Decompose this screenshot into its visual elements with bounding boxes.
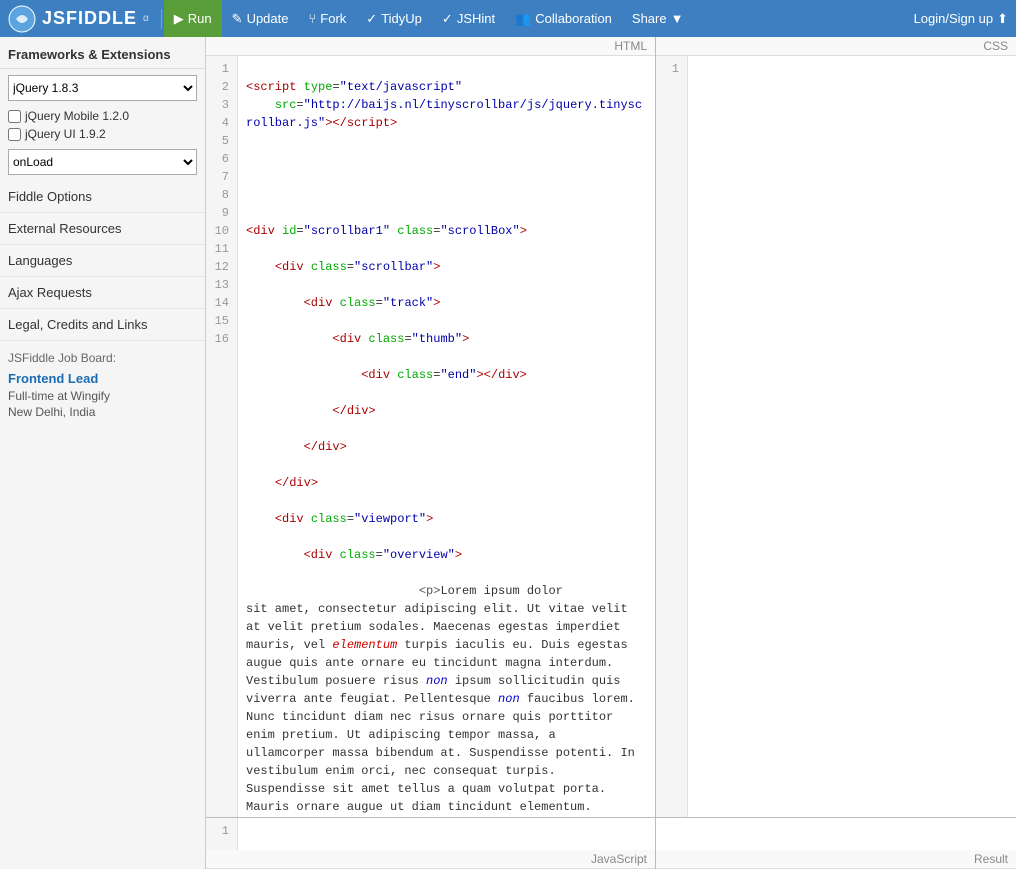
sidebar: Frameworks & Extensions jQuery 1.8.3 jQu…: [0, 37, 206, 869]
top-navigation: JSFIDDLE α ▶ Run ✎ Update ⑂ Fork ✓ TidyU…: [0, 0, 1016, 37]
jquery-ui-label: jQuery UI 1.9.2: [25, 127, 106, 141]
fork-icon: ⑂: [308, 11, 316, 26]
job-title[interactable]: Frontend Lead: [0, 369, 205, 388]
html-label: HTML: [206, 37, 655, 56]
jquery-ui-checkbox[interactable]: [8, 128, 21, 141]
jquery-mobile-checkbox[interactable]: [8, 110, 21, 123]
top-row: HTML 1 2 3 4 5 6 7 8 9 10 11 12: [206, 37, 1016, 817]
line-numbers: 1 2 3 4 5 6 7 8 9 10 11 12 13 14: [206, 56, 238, 817]
css-panel: CSS 1: [656, 37, 1016, 817]
update-button[interactable]: ✎ Update: [222, 0, 299, 37]
js-code-area[interactable]: 1 $('#scrollbar1').tinyscrollbar();: [206, 818, 655, 850]
nav-divider-1: [161, 9, 162, 29]
onload-select[interactable]: onLoad onDomReady No wrap - in body No w…: [8, 149, 197, 175]
bottom-row: 1 $('#scrollbar1').tinyscrollbar(); Java…: [206, 817, 1016, 869]
frameworks-title: Frameworks & Extensions: [0, 37, 205, 69]
app-logo[interactable]: JSFIDDLE α: [8, 5, 149, 33]
css-label: CSS: [656, 37, 1016, 56]
fork-button[interactable]: ⑂ Fork: [298, 0, 356, 37]
external-resources-link[interactable]: External Resources: [0, 213, 205, 245]
html-code-area[interactable]: 1 2 3 4 5 6 7 8 9 10 11 12 13 14: [206, 56, 655, 817]
jquery-ui-checkbox-wrap: jQuery UI 1.9.2: [0, 125, 205, 143]
signin-arrow: ⬆: [997, 11, 1008, 27]
signin-link[interactable]: Login/Sign up: [914, 11, 994, 26]
share-button[interactable]: Share ▼: [622, 0, 694, 37]
fiddle-options-link[interactable]: Fiddle Options: [0, 181, 205, 213]
jshint-icon: ✓: [442, 11, 453, 27]
content-area: HTML 1 2 3 4 5 6 7 8 9 10 11 12: [206, 37, 1016, 869]
result-label: Result: [656, 850, 1016, 869]
ajax-requests-link[interactable]: Ajax Requests: [0, 277, 205, 309]
jquery-mobile-label: jQuery Mobile 1.2.0: [25, 109, 129, 123]
css-code-content: [688, 56, 1016, 817]
jshint-button[interactable]: ✓ JSHint: [432, 0, 505, 37]
css-line-numbers: 1: [656, 56, 688, 817]
run-button[interactable]: ▶ Run: [164, 0, 222, 37]
nav-right: Login/Sign up ⬆: [914, 11, 1008, 27]
logo-alpha: α: [143, 13, 149, 24]
run-icon: ▶: [174, 11, 184, 27]
chevron-down-icon: ▼: [671, 11, 684, 26]
js-code-content: $('#scrollbar1').tinyscrollbar();: [238, 818, 655, 850]
onload-dropdown-wrap: onLoad onDomReady No wrap - in body No w…: [0, 143, 205, 181]
tidyup-button[interactable]: ✓ TidyUp: [356, 0, 432, 37]
html-panel: HTML 1 2 3 4 5 6 7 8 9 10 11 12: [206, 37, 656, 817]
legal-link[interactable]: Legal, Credits and Links: [0, 309, 205, 341]
js-line-numbers: 1: [206, 818, 238, 850]
js-panel: 1 $('#scrollbar1').tinyscrollbar(); Java…: [206, 818, 656, 869]
logo-text: JSFIDDLE: [42, 8, 137, 29]
logo-icon: [8, 5, 36, 33]
css-code-area[interactable]: 1: [656, 56, 1016, 817]
main-layout: Frameworks & Extensions jQuery 1.8.3 jQu…: [0, 37, 1016, 869]
collaboration-button[interactable]: 👥 Collaboration: [505, 0, 622, 37]
result-panel: Result: [656, 818, 1016, 869]
collaboration-icon: 👥: [515, 11, 531, 27]
result-content: [656, 818, 1016, 850]
js-label: JavaScript: [206, 850, 655, 869]
jquery-mobile-checkbox-wrap: jQuery Mobile 1.2.0: [0, 107, 205, 125]
jquery-select[interactable]: jQuery 1.8.3 jQuery 1.9.1 jQuery 2.0.0 N…: [8, 75, 197, 101]
jquery-select-wrap: jQuery 1.8.3 jQuery 1.9.1 jQuery 2.0.0 N…: [0, 69, 205, 107]
update-icon: ✎: [232, 11, 243, 27]
html-code-content: <script type="text/javascript" src="http…: [238, 56, 655, 817]
tidyup-icon: ✓: [366, 11, 377, 27]
job-board-label: JSFiddle Job Board:: [0, 341, 205, 369]
job-type: Full-time at Wingify: [0, 388, 205, 404]
job-location: New Delhi, India: [0, 404, 205, 420]
languages-link[interactable]: Languages: [0, 245, 205, 277]
